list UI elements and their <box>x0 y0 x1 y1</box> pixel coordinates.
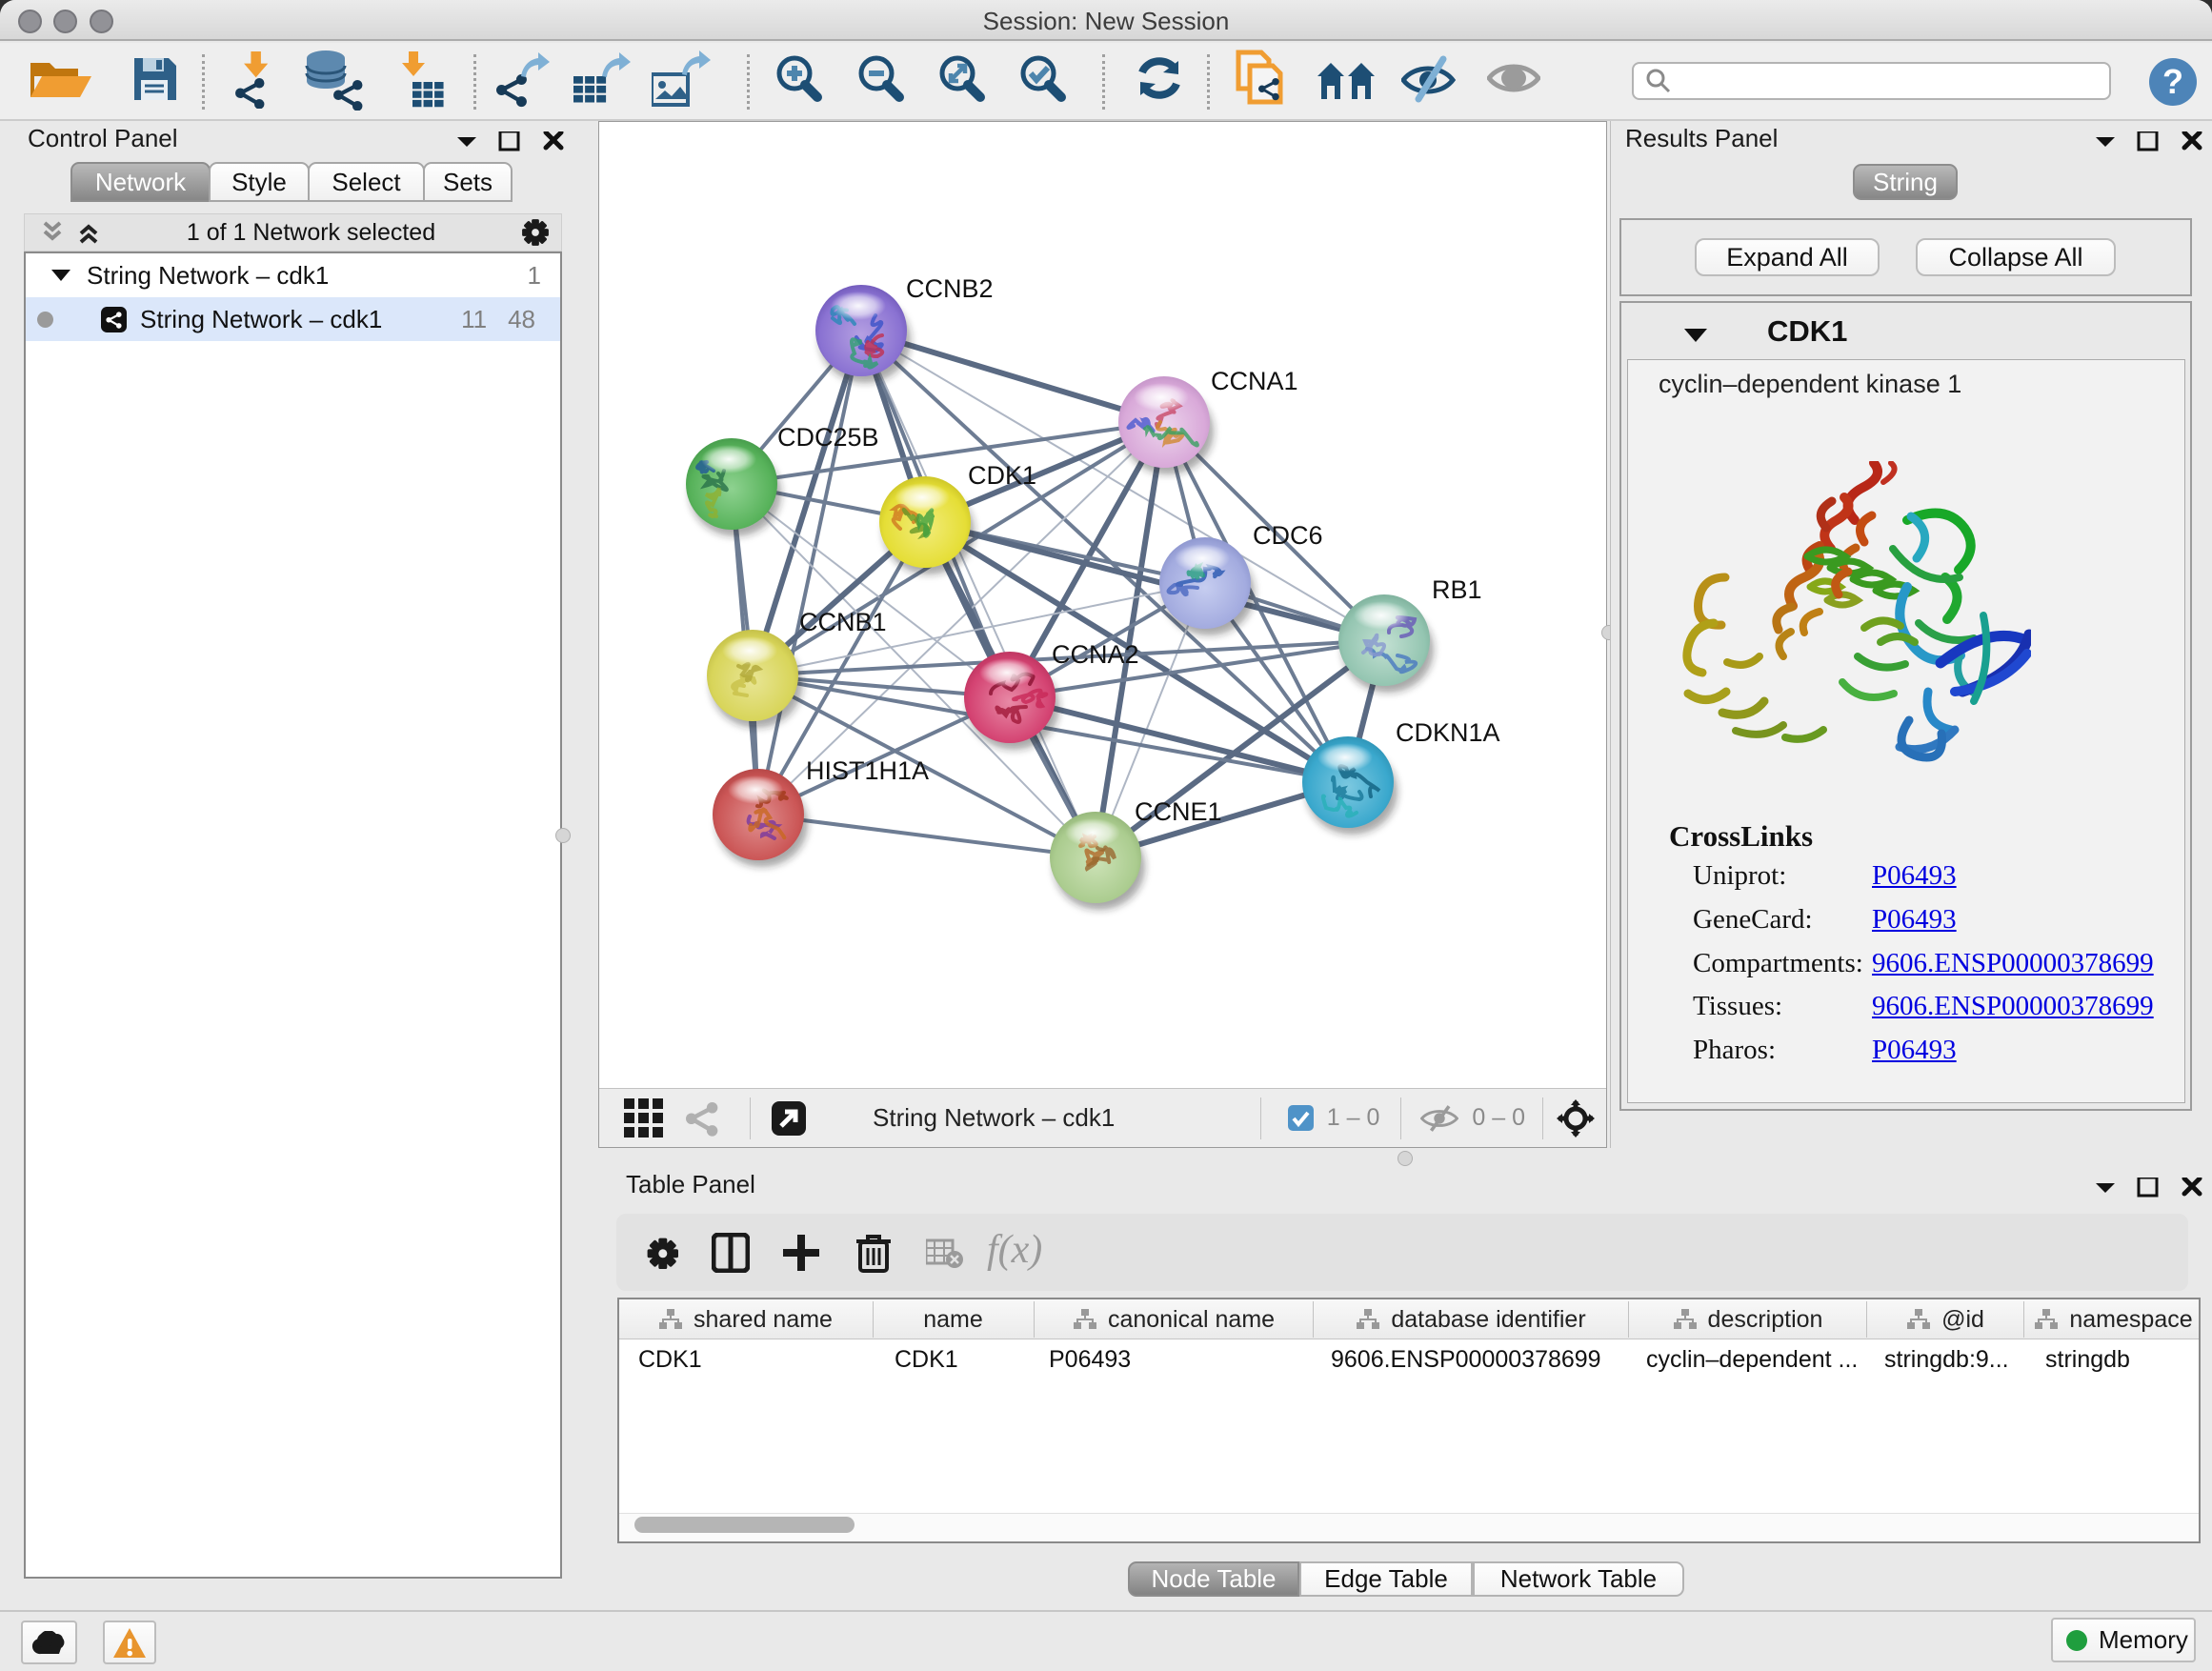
svg-text:CDKN1A: CDKN1A <box>1396 718 1500 747</box>
svg-text:?: ? <box>2162 62 2183 101</box>
svg-text:HIST1H1A: HIST1H1A <box>806 756 929 785</box>
svg-text:CCNB1: CCNB1 <box>799 608 887 636</box>
svg-text:CCNB2: CCNB2 <box>906 274 994 303</box>
svg-text:RB1: RB1 <box>1432 575 1482 604</box>
svg-text:CDC6: CDC6 <box>1253 521 1323 550</box>
svg-text:CCNE1: CCNE1 <box>1135 797 1222 826</box>
svg-text:CCNA1: CCNA1 <box>1211 367 1298 395</box>
svg-text:CDC25B: CDC25B <box>777 423 879 452</box>
svg-text:CCNA2: CCNA2 <box>1052 640 1139 669</box>
svg-text:CDK1: CDK1 <box>968 461 1036 490</box>
